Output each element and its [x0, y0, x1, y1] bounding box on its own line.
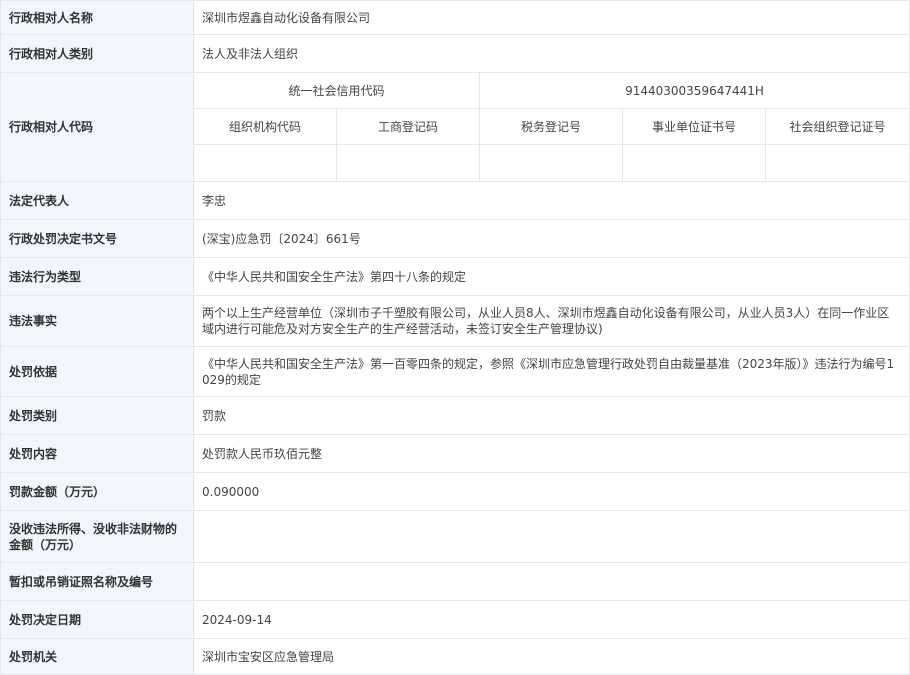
- label-party-name: 行政相对人名称: [0, 0, 194, 35]
- penalty-info-table: 行政相对人名称 深圳市煜鑫自动化设备有限公司 行政相对人类别 法人及非法人组织 …: [0, 0, 910, 675]
- row-party-name: 行政相对人名称 深圳市煜鑫自动化设备有限公司: [0, 0, 910, 35]
- value-institution-cert: [622, 144, 766, 182]
- label-penalty-content: 处罚内容: [0, 434, 194, 473]
- value-party-name: 深圳市煜鑫自动化设备有限公司: [192, 0, 910, 35]
- value-authority: 深圳市宝安区应急管理局: [192, 638, 910, 675]
- header-institution-cert: 事业单位证书号: [622, 108, 766, 145]
- label-violation-type: 违法行为类型: [0, 257, 194, 296]
- label-authority: 处罚机关: [0, 638, 194, 675]
- label-penalty-category: 处罚类别: [0, 396, 194, 435]
- value-org-code: [193, 144, 337, 182]
- header-tax-reg: 税务登记号: [479, 108, 623, 145]
- row-facts: 违法事实 两个以上生产经营单位（深圳市子千塑胶有限公司，从业人员8人、深圳市煜鑫…: [0, 295, 910, 347]
- label-legal-rep: 法定代表人: [0, 181, 194, 220]
- value-suspension: [192, 562, 910, 601]
- row-penalty-category: 处罚类别 罚款: [0, 396, 910, 435]
- row-basis: 处罚依据 《中华人民共和国安全生产法》第一百零四条的规定，参照《深圳市应急管理行…: [0, 346, 910, 397]
- label-decision-no: 行政处罚决定书文号: [0, 219, 194, 258]
- value-fine-amount: 0.090000: [192, 472, 910, 511]
- label-confiscation: 没收违法所得、没收非法财物的金额（万元）: [0, 510, 194, 563]
- value-social-org-reg: [764, 144, 910, 182]
- header-social-org-reg: 社会组织登记证号: [764, 108, 910, 145]
- credit-code-value: 91440300359647441H: [478, 72, 910, 109]
- row-party-type: 行政相对人类别 法人及非法人组织: [0, 34, 910, 73]
- value-tax-reg: [479, 144, 623, 182]
- label-suspension: 暂扣或吊销证照名称及编号: [0, 562, 194, 601]
- label-fine-amount: 罚款金额（万元）: [0, 472, 194, 511]
- header-org-code: 组织机构代码: [193, 108, 337, 145]
- label-party-code: 行政相对人代码: [0, 72, 194, 182]
- label-basis: 处罚依据: [0, 346, 194, 397]
- value-penalty-content: 处罚款人民币玖佰元整: [192, 434, 910, 473]
- row-penalty-content: 处罚内容 处罚款人民币玖佰元整: [0, 434, 910, 473]
- value-basis: 《中华人民共和国安全生产法》第一百零四条的规定，参照《深圳市应急管理行政处罚自由…: [192, 346, 910, 397]
- value-party-type: 法人及非法人组织: [192, 34, 910, 73]
- value-violation-type: 《中华人民共和国安全生产法》第四十八条的规定: [192, 257, 910, 296]
- row-fine-amount: 罚款金额（万元） 0.090000: [0, 472, 910, 511]
- row-authority: 处罚机关 深圳市宝安区应急管理局: [0, 638, 910, 675]
- label-facts: 违法事实: [0, 295, 194, 347]
- row-suspension: 暂扣或吊销证照名称及编号: [0, 562, 910, 601]
- value-confiscation: [192, 510, 910, 563]
- value-legal-rep: 李忠: [192, 181, 910, 220]
- row-party-code: 行政相对人代码 统一社会信用代码 91440300359647441H: [0, 72, 910, 182]
- label-decision-date: 处罚决定日期: [0, 600, 194, 639]
- value-decision-date: 2024-09-14: [192, 600, 910, 639]
- value-decision-no: (深宝)应急罚〔2024〕661号: [192, 219, 910, 258]
- value-business-reg: [336, 144, 480, 182]
- row-violation-type: 违法行为类型 《中华人民共和国安全生产法》第四十八条的规定: [0, 257, 910, 296]
- header-business-reg: 工商登记码: [336, 108, 480, 145]
- row-confiscation: 没收违法所得、没收非法财物的金额（万元）: [0, 510, 910, 563]
- value-penalty-category: 罚款: [192, 396, 910, 435]
- row-decision-date: 处罚决定日期 2024-09-14: [0, 600, 910, 639]
- value-facts: 两个以上生产经营单位（深圳市子千塑胶有限公司，从业人员8人、深圳市煜鑫自动化设备…: [192, 295, 910, 347]
- label-party-type: 行政相对人类别: [0, 34, 194, 73]
- row-decision-no: 行政处罚决定书文号 (深宝)应急罚〔2024〕661号: [0, 219, 910, 258]
- row-legal-rep: 法定代表人 李忠: [0, 181, 910, 220]
- credit-code-header: 统一社会信用代码: [193, 72, 480, 109]
